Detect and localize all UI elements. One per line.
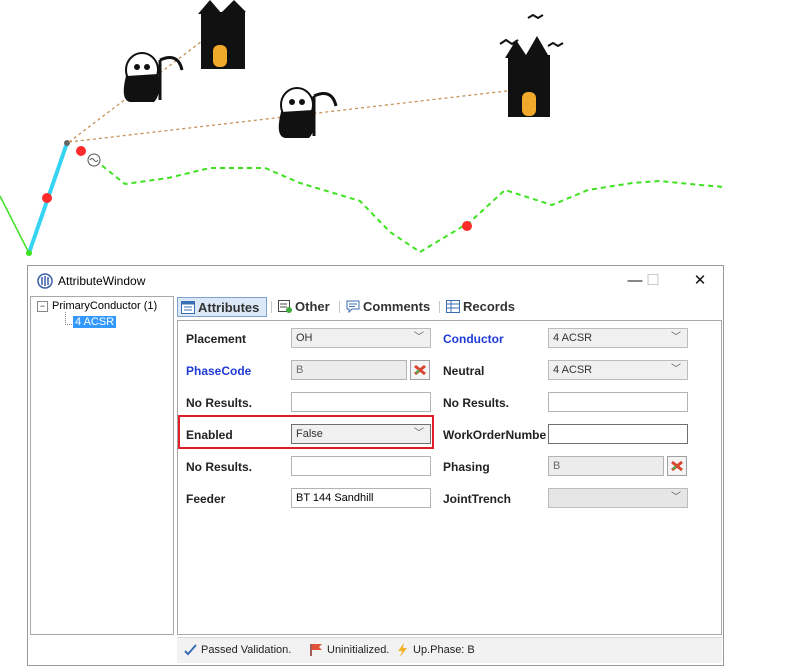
no-results-label: No Results. [186,460,253,474]
maximize-button[interactable]: ☐ [636,269,670,293]
status-bar: Passed Validation. Uninitialized. Up.Pha… [177,637,722,663]
vertex-marker[interactable] [42,193,52,203]
attributes-panel: Placement OH ﹀ PhaseCode B No Results. En… [177,320,722,635]
feeder-label: Feeder [186,492,226,506]
tab-divider [271,301,272,313]
lightning-icon [398,643,407,657]
conductor-label[interactable]: Conductor [443,332,504,346]
tab-label: Attributes [198,300,260,315]
chevron-down-icon: ﹀ [671,492,681,503]
jointtrench-dropdown[interactable]: ﹀ [548,488,688,508]
clear-icon [671,460,683,472]
jointtrench-label: JointTrench [443,492,512,506]
status-initialization: Uninitialized. [309,644,389,656]
tab-divider [439,301,440,313]
conductor-endpoint [64,140,70,146]
conductor-green-line[interactable] [0,195,31,256]
phasing-field: B [548,456,664,476]
clear-phasecode-button[interactable] [410,360,430,380]
phasecode-label[interactable]: PhaseCode [186,364,251,378]
placement-value: OH [296,332,313,344]
placement-label: Placement [186,332,247,346]
window-title: AttributeWindow [58,274,146,288]
validation-check-icon [184,644,197,656]
neutral-dropdown[interactable]: 4 ACSR ﹀ [548,360,688,380]
tab-label: Other [295,299,330,314]
placement-dropdown[interactable]: OH ﹀ [291,328,431,348]
feeder-input[interactable]: BT 144 Sandhill [291,488,431,508]
tab-other[interactable]: Other [275,297,337,317]
castle-bats-icon[interactable] [499,13,564,117]
tab-attributes[interactable]: Attributes [177,297,267,317]
attributes-icon [181,301,195,314]
tree-collapse-icon[interactable]: − [37,300,48,312]
phasecode-field: B [291,360,407,380]
status-validation: Passed Validation. [183,644,291,656]
conductor-dropdown[interactable]: 4 ACSR ﹀ [548,328,688,348]
close-button[interactable]: ✕ [683,269,717,293]
tab-label: Records [463,299,516,314]
neutral-value: 4 ACSR [553,364,593,376]
status-phase: Up.Phase: B [395,643,475,657]
comments-icon [346,300,360,313]
app-logo-icon [37,273,53,289]
workordernumber-label: WorkOrderNumbe [443,428,547,442]
vertex-marker[interactable] [76,146,86,156]
chevron-down-icon: ﹀ [671,332,681,343]
records-icon [446,300,460,313]
other-icon [278,300,292,313]
status-validation-text: Passed Validation. [201,644,292,656]
tab-strip: Attributes Other Comments Records [177,296,722,319]
no-results-field[interactable] [291,456,431,476]
neutral-label: Neutral [443,364,485,378]
grim-reaper-icon[interactable] [123,52,184,102]
tree-root-node[interactable]: − PrimaryConductor (1) [37,300,157,312]
tab-comments[interactable]: Comments [343,297,435,317]
conductor-green-dashed[interactable] [94,159,725,254]
no-results-field[interactable] [291,392,431,412]
chevron-down-icon: ﹀ [671,364,681,375]
no-results-label: No Results. [443,396,510,410]
grim-reaper-icon[interactable] [278,87,338,138]
tab-records[interactable]: Records [443,297,523,317]
tab-divider [339,301,340,313]
conductor-value: 4 ACSR [553,332,593,344]
title-bar[interactable]: AttributeWindow — ☐ ✕ [28,266,723,296]
tree-root-label[interactable]: PrimaryConductor (1) [52,300,157,312]
clear-icon [414,364,426,376]
conductor-endpoint [26,250,32,256]
feature-tree[interactable]: − PrimaryConductor (1) 4 ACSR [30,296,174,635]
castle-icon[interactable] [198,0,246,69]
clear-phasing-button[interactable] [667,456,687,476]
enabled-highlight-box [178,415,434,449]
tab-label: Comments [363,299,431,314]
attribute-window[interactable]: AttributeWindow — ☐ ✕ − PrimaryConductor … [27,265,724,666]
flag-icon [310,644,322,656]
tree-child-node[interactable]: 4 ACSR [73,316,117,328]
vertex-marker[interactable] [462,221,472,231]
chevron-down-icon: ﹀ [414,332,424,343]
no-results-label: No Results. [186,396,253,410]
workordernumber-input[interactable] [548,424,688,444]
no-results-field[interactable] [548,392,688,412]
phasing-label: Phasing [443,460,490,474]
